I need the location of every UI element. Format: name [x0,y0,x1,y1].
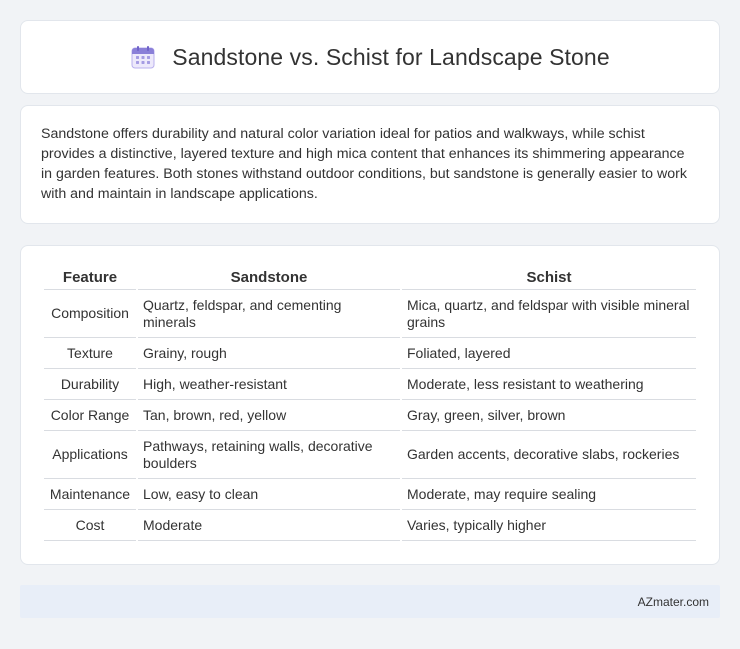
row-sandstone-cell: Tan, brown, red, yellow [138,400,400,431]
table-header-row: Feature Sandstone Schist [44,264,696,290]
row-feature-cell: Maintenance [44,479,136,510]
row-feature-cell: Applications [44,431,136,479]
table-row: Maintenance Low, easy to clean Moderate,… [44,479,696,510]
table-row: Applications Pathways, retaining walls, … [44,431,696,479]
table-row: Composition Quartz, feldspar, and cement… [44,290,696,338]
row-sandstone-cell: Moderate [138,510,400,541]
row-schist-cell: Foliated, layered [402,338,696,369]
table-row: Color Range Tan, brown, red, yellow Gray… [44,400,696,431]
column-header-feature: Feature [44,264,136,290]
row-feature-cell: Cost [44,510,136,541]
row-sandstone-cell: Quartz, feldspar, and cementing minerals [138,290,400,338]
table-row: Durability High, weather-resistant Moder… [44,369,696,400]
table-row: Texture Grainy, rough Foliated, layered [44,338,696,369]
summary-text: Sandstone offers durability and natural … [41,126,687,202]
row-schist-cell: Gray, green, silver, brown [402,400,696,431]
column-header-sandstone: Sandstone [138,264,400,290]
calendar-icon [131,46,155,69]
row-schist-cell: Mica, quartz, and feldspar with visible … [402,290,696,338]
row-schist-cell: Garden accents, decorative slabs, rocker… [402,431,696,479]
row-schist-cell: Moderate, may require sealing [402,479,696,510]
row-feature-cell: Durability [44,369,136,400]
row-feature-cell: Texture [44,338,136,369]
comparison-table: Feature Sandstone Schist Composition Qua… [42,264,698,541]
footer-site-name[interactable]: AZmater.com [638,595,709,609]
row-schist-cell: Varies, typically higher [402,510,696,541]
row-feature-cell: Composition [44,290,136,338]
page-title: Sandstone vs. Schist for Landscape Stone [172,43,610,70]
title-card: Sandstone vs. Schist for Landscape Stone [20,20,720,94]
row-sandstone-cell: Grainy, rough [138,338,400,369]
title-wrap: Sandstone vs. Schist for Landscape Stone [130,43,610,71]
table-row: Cost Moderate Varies, typically higher [44,510,696,541]
row-sandstone-cell: High, weather-resistant [138,369,400,400]
column-header-schist: Schist [402,264,696,290]
row-sandstone-cell: Pathways, retaining walls, decorative bo… [138,431,400,479]
row-schist-cell: Moderate, less resistant to weathering [402,369,696,400]
comparison-table-card: Feature Sandstone Schist Composition Qua… [20,245,720,565]
summary-card: Sandstone offers durability and natural … [20,105,720,224]
row-sandstone-cell: Low, easy to clean [138,479,400,510]
footer-bar: AZmater.com [20,585,720,618]
row-feature-cell: Color Range [44,400,136,431]
